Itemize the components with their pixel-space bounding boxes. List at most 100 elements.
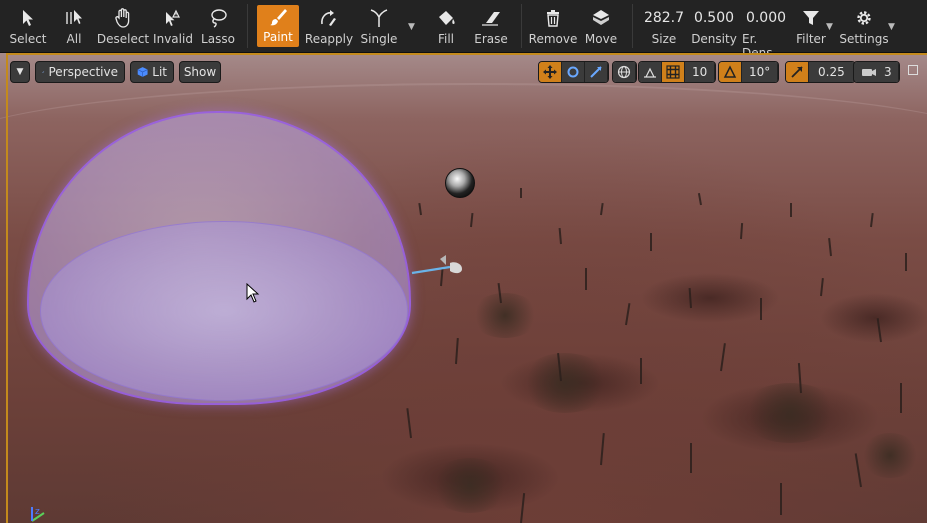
trash-icon (544, 5, 562, 31)
globe-icon (617, 65, 631, 79)
fill-button[interactable]: Fill (425, 0, 467, 52)
rotation-snap-value[interactable]: 10° (742, 62, 779, 82)
invalid-cursor-icon (163, 5, 183, 31)
axis-widget-icon: z (31, 507, 45, 522)
single-options-chevron-icon[interactable]: ▼ (408, 22, 415, 32)
scale-icon (590, 66, 602, 78)
select-tool-button[interactable]: Select (6, 0, 50, 52)
paint-label: Paint (263, 30, 293, 44)
toolbar-divider (521, 4, 522, 48)
deselect-label: Deselect (96, 32, 150, 46)
grass-clump (740, 383, 840, 443)
brush-size-value[interactable]: 282.7 (644, 10, 684, 26)
light-gizmo-icon[interactable] (410, 253, 470, 283)
transform-mode-group (538, 61, 609, 83)
single-icon (369, 5, 389, 31)
scale-snap-toggle[interactable] (786, 62, 809, 82)
move-label: Move (584, 32, 618, 46)
maximize-viewport-icon[interactable] (908, 65, 918, 75)
lit-mode-button[interactable]: Lit (130, 61, 174, 83)
lasso-icon (208, 5, 228, 31)
perspective-camera-icon (42, 71, 45, 73)
bucket-icon (435, 5, 457, 31)
lit-label: Lit (152, 65, 167, 79)
level-viewport[interactable]: z ▼ Perspective Lit Show 10 10° 0.25 3 (0, 53, 927, 523)
reapply-label: Reapply (304, 32, 354, 46)
grid-snap-toggle[interactable] (662, 62, 685, 82)
toolbar-divider (632, 4, 633, 48)
grass-clump (860, 433, 920, 478)
svg-text:z: z (35, 507, 40, 517)
camera-icon (862, 69, 876, 76)
grass-clump (520, 353, 610, 413)
erase-density-field[interactable]: 0.000 Er. Dens. (742, 0, 790, 60)
ground-shadow (820, 293, 927, 343)
erase-button[interactable]: Erase (470, 0, 512, 52)
funnel-icon (801, 5, 821, 31)
filter-chevron-icon[interactable]: ▼ (826, 22, 833, 32)
ground-shadow (640, 273, 780, 323)
move-button[interactable]: Move (580, 0, 622, 52)
lit-cube-icon (137, 67, 148, 77)
foliage-toolbar: Select All Deselect Invalid Lasso Paint (0, 0, 927, 60)
perspective-button[interactable]: Perspective (35, 61, 125, 83)
show-label: Show (183, 65, 217, 79)
paint-density-label: Density (691, 32, 737, 46)
hand-icon (114, 5, 132, 31)
lasso-label: Lasso (201, 32, 235, 46)
move-icon (590, 5, 612, 31)
paint-brush-footprint (40, 221, 408, 401)
select-all-icon (64, 5, 84, 31)
filter-button[interactable]: Filter (794, 0, 828, 52)
camera-speed-value: 3 (884, 65, 892, 79)
rotate-mode-button[interactable] (562, 62, 585, 82)
arrow-cursor-icon (20, 5, 36, 31)
chevron-down-icon: ▼ (16, 67, 24, 77)
select-invalid-label: Invalid (153, 32, 193, 46)
erase-density-value[interactable]: 0.000 (746, 10, 786, 26)
select-invalid-button[interactable]: Invalid (152, 0, 194, 52)
gear-icon (854, 5, 874, 31)
world-space-button[interactable] (613, 62, 636, 82)
translate-mode-button[interactable] (539, 62, 562, 82)
single-instance-button[interactable]: Single (358, 0, 400, 52)
viewport-options-button[interactable]: ▼ (10, 61, 30, 83)
surface-snap-button[interactable] (639, 62, 662, 82)
paint-button[interactable]: Paint (257, 5, 299, 47)
paint-density-field[interactable]: 0.500 Density (690, 0, 738, 52)
rotation-snap-toggle[interactable] (719, 62, 742, 82)
fill-label: Fill (437, 32, 455, 46)
scale-snap-group: 0.25 (785, 61, 856, 83)
mouse-cursor-icon (246, 283, 260, 303)
reflection-sphere-icon[interactable] (445, 168, 475, 198)
brush-size-label: Size (651, 32, 677, 46)
grid-snap-group: 10 (638, 61, 717, 83)
perspective-label: Perspective (48, 65, 119, 79)
settings-chevron-icon[interactable]: ▼ (888, 22, 895, 32)
select-all-label: All (66, 32, 82, 46)
brush-size-field[interactable]: 282.7 Size (642, 0, 686, 52)
settings-label: Settings (839, 32, 889, 46)
deselect-button[interactable]: Deselect (96, 0, 150, 52)
toolbar-divider (247, 4, 248, 48)
lasso-button[interactable]: Lasso (198, 0, 238, 52)
surface-snap-icon (644, 67, 656, 78)
settings-button[interactable]: Settings (839, 0, 889, 52)
select-tool-label: Select (9, 32, 47, 46)
show-flags-button[interactable]: Show (179, 61, 221, 83)
camera-speed-button[interactable]: 3 (854, 62, 899, 82)
grid-snap-value[interactable]: 10 (685, 62, 716, 82)
reapply-button[interactable]: Reapply (304, 0, 354, 52)
reapply-icon (318, 5, 340, 31)
brush-icon (268, 5, 288, 29)
scale-mode-button[interactable] (585, 62, 608, 82)
scale-snap-value[interactable]: 0.25 (809, 62, 855, 82)
erase-label: Erase (474, 32, 508, 46)
grid-icon (666, 65, 680, 79)
coordinate-space-group (612, 61, 637, 83)
remove-button[interactable]: Remove (529, 0, 577, 52)
select-all-button[interactable]: All (54, 0, 94, 52)
paint-density-value[interactable]: 0.500 (694, 10, 734, 26)
single-label: Single (360, 32, 398, 46)
rotation-snap-group: 10° (718, 61, 780, 83)
